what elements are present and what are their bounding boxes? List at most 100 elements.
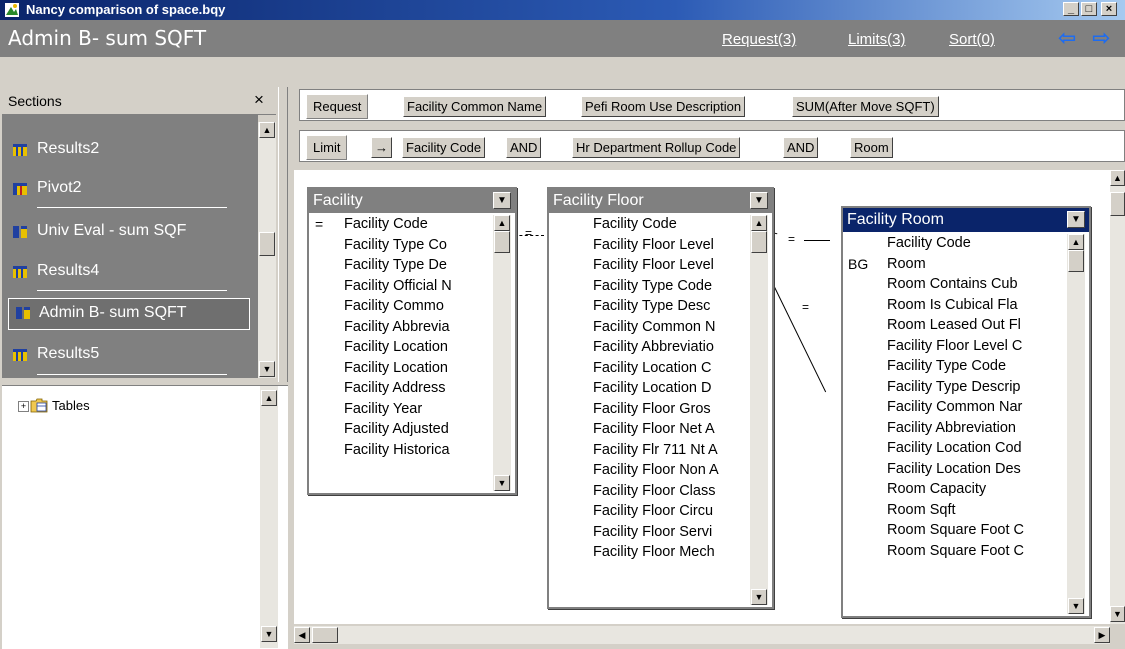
window-title-bar[interactable]: Nancy comparison of space.bqy _ □ ×	[0, 0, 1125, 20]
minimize-button[interactable]: _	[1063, 2, 1079, 16]
topic-field[interactable]: Facility Floor Class	[549, 482, 751, 503]
section-item-results4[interactable]: Results4	[12, 260, 242, 286]
request-link[interactable]: Request(3)	[722, 31, 796, 48]
limit-operator-and[interactable]: AND	[783, 137, 819, 158]
request-item-facility-common-name[interactable]: Facility Common Name	[403, 96, 547, 117]
topic-field[interactable]: Facility Floor Mech	[549, 543, 751, 564]
facility-floor-topic[interactable]: Facility Floor ▼ Facility Code Facility …	[547, 187, 774, 609]
query-canvas[interactable]: = = = Facility ▼ = Facility Code Facility…	[294, 170, 1110, 624]
limit-operator-and[interactable]: AND	[506, 137, 542, 158]
scroll-thumb[interactable]	[312, 627, 338, 643]
scroll-up-button[interactable]: ▲	[261, 390, 277, 406]
tables-scrollbar[interactable]: ▲ ▼	[260, 386, 278, 648]
scroll-down-button[interactable]: ▼	[751, 589, 767, 605]
facility-topic[interactable]: Facility ▼ = Facility Code Facility Type …	[307, 187, 517, 495]
scroll-up-button[interactable]: ▲	[259, 122, 275, 138]
topic-field[interactable]: Facility Adjusted	[309, 420, 494, 441]
limit-arrow-button[interactable]: →	[371, 137, 392, 158]
topic-field[interactable]: Facility Location Cod	[843, 439, 1067, 460]
facility-room-topic[interactable]: Facility Room ▼ Facility Code BG Room Roo…	[841, 206, 1091, 618]
topic-header[interactable]: Facility ▼	[309, 189, 515, 213]
scroll-down-button[interactable]: ▼	[494, 475, 510, 491]
topic-field[interactable]: Facility Floor Gros	[549, 400, 751, 421]
topic-field[interactable]: Facility Floor Level	[549, 236, 751, 257]
scroll-thumb[interactable]	[751, 231, 767, 253]
topic-field[interactable]: Facility Abbreviatio	[549, 338, 751, 359]
scroll-down-button[interactable]: ▼	[259, 361, 275, 377]
topic-field[interactable]: Facility Floor Level C	[843, 337, 1067, 358]
limit-item-facility-code[interactable]: Facility Code	[402, 137, 486, 158]
section-item-results5[interactable]: Results5	[12, 343, 242, 369]
topic-field[interactable]: Facility Historica	[309, 441, 494, 462]
canvas-vertical-scrollbar[interactable]: ▲ ▼	[1110, 170, 1125, 624]
sections-scrollbar[interactable]: ▲ ▼	[258, 122, 276, 378]
topic-field[interactable]: Facility Type Co	[309, 236, 494, 257]
maximize-button[interactable]: □	[1081, 2, 1097, 16]
topic-field[interactable]: Facility Type Descrip	[843, 378, 1067, 399]
topic-scrollbar[interactable]: ▲ ▼	[493, 215, 511, 491]
scroll-up-button[interactable]: ▲	[1110, 170, 1125, 186]
limits-link[interactable]: Limits(3)	[848, 31, 906, 48]
topic-scrollbar[interactable]: ▲ ▼	[1067, 234, 1085, 614]
topic-field[interactable]: Facility Floor Level	[549, 256, 751, 277]
topic-field[interactable]: Facility Year	[309, 400, 494, 421]
topic-field[interactable]: Room Sqft	[843, 501, 1067, 522]
section-item-admin-b[interactable]: Admin B- sum SQFT	[8, 298, 250, 330]
pane-splitter[interactable]	[278, 87, 288, 382]
scroll-down-button[interactable]: ▼	[261, 626, 277, 642]
topic-field[interactable]: Facility Flr 711 Nt A	[549, 441, 751, 462]
topic-field[interactable]: Facility Location	[309, 359, 494, 380]
tree-item-tables[interactable]: Tables	[52, 398, 90, 413]
topic-field[interactable]: Facility Common Nar	[843, 398, 1067, 419]
topic-field[interactable]: Facility Location	[309, 338, 494, 359]
tree-expander-icon[interactable]: +	[18, 401, 29, 412]
topic-field[interactable]: Facility Location D	[549, 379, 751, 400]
topic-header[interactable]: Facility Room ▼	[843, 208, 1089, 232]
scroll-thumb[interactable]	[1110, 192, 1125, 216]
topic-field[interactable]: Facility Floor Net A	[549, 420, 751, 441]
back-arrow-icon[interactable]: ⇦	[1058, 27, 1076, 49]
scroll-up-button[interactable]: ▲	[751, 215, 767, 231]
section-item-pivot2[interactable]: Pivot2	[12, 177, 242, 203]
scroll-up-button[interactable]: ▲	[1068, 234, 1084, 250]
topic-field[interactable]: Facility Abbrevia	[309, 318, 494, 339]
topic-field[interactable]: Facility Official N	[309, 277, 494, 298]
topic-field[interactable]: Facility Floor Servi	[549, 523, 751, 544]
scroll-left-button[interactable]: ◀	[294, 627, 310, 643]
sort-link[interactable]: Sort(0)	[949, 31, 995, 48]
scroll-down-button[interactable]: ▼	[1068, 598, 1084, 614]
topic-field[interactable]: Facility Code	[843, 234, 1067, 255]
topic-field[interactable]: Room Capacity	[843, 480, 1067, 501]
topic-field[interactable]: Facility Type Desc	[549, 297, 751, 318]
canvas-horizontal-scrollbar[interactable]: ◀ ▶	[294, 626, 1110, 644]
topic-field[interactable]: Facility Commo	[309, 297, 494, 318]
topic-field[interactable]: Facility Location Des	[843, 460, 1067, 481]
topic-field[interactable]: Room Square Foot C	[843, 521, 1067, 542]
scroll-thumb[interactable]	[494, 231, 510, 253]
close-button[interactable]: ×	[1101, 2, 1117, 16]
topic-field[interactable]: Facility Type Code	[549, 277, 751, 298]
topic-field[interactable]: Facility Code	[549, 215, 751, 236]
dropdown-icon[interactable]: ▼	[750, 192, 768, 209]
limit-item-room[interactable]: Room	[850, 137, 893, 158]
dropdown-icon[interactable]: ▼	[1067, 211, 1085, 228]
scroll-up-button[interactable]: ▲	[494, 215, 510, 231]
topic-field[interactable]: Room Contains Cub	[843, 275, 1067, 296]
topic-field[interactable]: Facility Floor Circu	[549, 502, 751, 523]
topic-field[interactable]: Facility Abbreviation	[843, 419, 1067, 440]
topic-field[interactable]: Facility Location C	[549, 359, 751, 380]
limit-item-hr-department[interactable]: Hr Department Rollup Code	[572, 137, 741, 158]
topic-field[interactable]: Facility Floor Non A	[549, 461, 751, 482]
scroll-thumb[interactable]	[1068, 250, 1084, 272]
scroll-right-button[interactable]: ▶	[1094, 627, 1110, 643]
topic-field[interactable]: Room Is Cubical Fla	[843, 296, 1067, 317]
topic-field[interactable]: BG Room	[843, 255, 1067, 276]
topic-field[interactable]: Facility Address	[309, 379, 494, 400]
topic-header[interactable]: Facility Floor ▼	[549, 189, 772, 213]
topic-field[interactable]: Room Leased Out Fl	[843, 316, 1067, 337]
section-item-univ-eval[interactable]: Univ Eval - sum SQF	[12, 220, 252, 246]
topic-field[interactable]: Facility Common N	[549, 318, 751, 339]
scroll-thumb[interactable]	[259, 232, 275, 256]
topic-field[interactable]: Room Square Foot C	[843, 542, 1067, 563]
forward-arrow-icon[interactable]: ⇨	[1092, 27, 1110, 49]
